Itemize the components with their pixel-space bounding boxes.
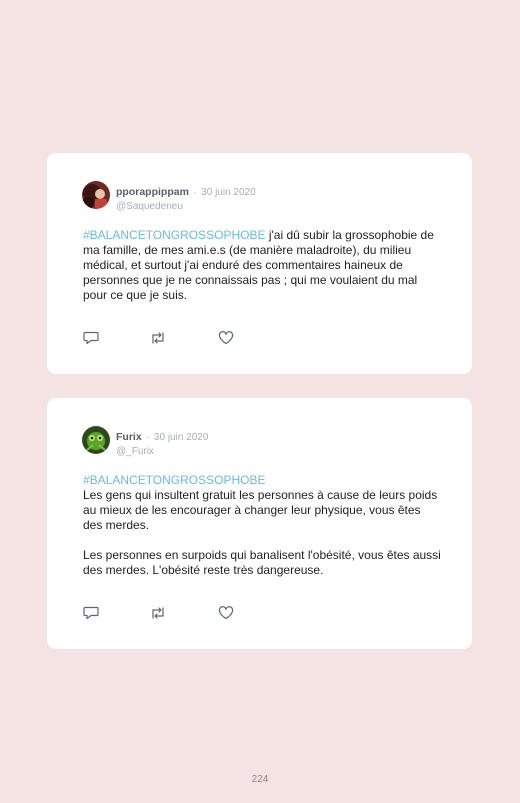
tweet-meta: Furix · 30 juin 2020 @_Furix bbox=[116, 427, 208, 457]
retweet-button[interactable] bbox=[150, 331, 166, 345]
tweet-meta: pporappippam · 30 juin 2020 @Saquedeneu bbox=[116, 182, 256, 212]
tweet-date[interactable]: 30 juin 2020 bbox=[154, 432, 209, 443]
user-handle[interactable]: @Saquedeneu bbox=[116, 201, 256, 212]
reply-button[interactable] bbox=[83, 606, 99, 620]
tweet-text: #BALANCETONGROSSOPHOBE Les gens qui insu… bbox=[83, 473, 443, 578]
page-number: 224 bbox=[251, 774, 269, 785]
tweet-paragraph: #BALANCETONGROSSOPHOBE j'ai dû subir la … bbox=[83, 228, 443, 303]
avatar[interactable] bbox=[82, 426, 110, 454]
tweet-paragraph: #BALANCETONGROSSOPHOBE Les gens qui insu… bbox=[83, 473, 443, 533]
heart-icon bbox=[218, 331, 234, 345]
like-button[interactable] bbox=[218, 331, 234, 345]
reply-button[interactable] bbox=[83, 331, 99, 345]
like-button[interactable] bbox=[218, 606, 234, 620]
display-name[interactable]: Furix bbox=[116, 431, 142, 443]
retweet-button[interactable] bbox=[150, 606, 166, 620]
reply-icon bbox=[83, 606, 99, 620]
tweet-paragraph: Les personnes en surpoids qui banalisent… bbox=[83, 548, 443, 578]
reply-icon bbox=[83, 331, 99, 345]
tweet-card: Furix · 30 juin 2020 @_Furix #BALANCETON… bbox=[47, 398, 472, 649]
user-handle[interactable]: @_Furix bbox=[116, 446, 208, 457]
separator: · bbox=[146, 432, 150, 443]
hashtag-link[interactable]: #BALANCETONGROSSOPHOBE bbox=[83, 228, 266, 242]
tweet-date[interactable]: 30 juin 2020 bbox=[201, 187, 256, 198]
tweet-text: #BALANCETONGROSSOPHOBE j'ai dû subir la … bbox=[83, 228, 443, 303]
paragraph-text: Les gens qui insultent gratuit les perso… bbox=[83, 488, 438, 532]
paragraph-text: Les personnes en surpoids qui banalisent… bbox=[83, 548, 441, 577]
display-name[interactable]: pporappippam bbox=[116, 186, 189, 198]
tweet-card: pporappippam · 30 juin 2020 @Saquedeneu … bbox=[47, 153, 472, 374]
avatar[interactable] bbox=[82, 181, 110, 209]
retweet-icon bbox=[152, 332, 164, 344]
retweet-icon bbox=[152, 607, 164, 619]
hashtag-link[interactable]: #BALANCETONGROSSOPHOBE bbox=[83, 473, 443, 488]
heart-icon bbox=[218, 606, 234, 620]
separator: · bbox=[193, 187, 197, 198]
